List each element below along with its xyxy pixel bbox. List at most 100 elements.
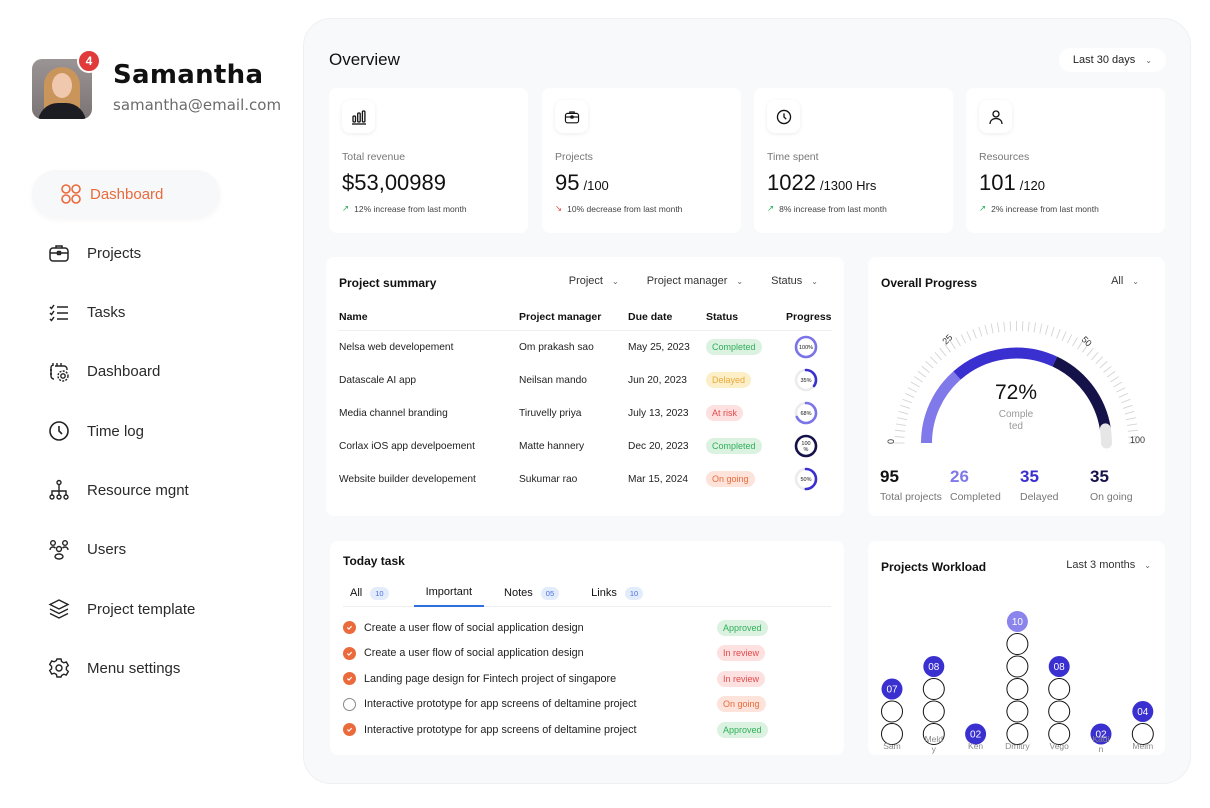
gauge-tick bbox=[1127, 423, 1138, 426]
stat-label: Time spent bbox=[767, 151, 819, 163]
tab-important[interactable]: Important bbox=[413, 579, 485, 607]
table-row[interactable]: Website builder developement Sukumar rao… bbox=[339, 463, 832, 496]
sidebar-item-tasks[interactable]: Tasks bbox=[32, 289, 282, 337]
cell-name: Datascale AI app bbox=[339, 374, 417, 386]
filter-project[interactable]: Project ⌄ bbox=[569, 275, 619, 287]
sidebar-item-dashboard-2[interactable]: Dashboard bbox=[32, 348, 282, 396]
column-header-progress[interactable]: Progress bbox=[786, 311, 832, 331]
workload-person-name: Meld bbox=[925, 734, 944, 744]
workload-person-name: Kadi bbox=[1092, 734, 1109, 744]
tab-notes[interactable]: Notes 05 bbox=[497, 579, 571, 607]
settings-icon bbox=[48, 657, 70, 679]
gauge-tick bbox=[1118, 392, 1129, 398]
workload-dot bbox=[881, 700, 903, 723]
gauge-tick bbox=[1066, 334, 1073, 344]
table-row[interactable]: Nelsa web developement Om prakash sao Ma… bbox=[339, 331, 832, 364]
trend-up-icon: ↗ bbox=[979, 203, 987, 213]
gauge-tick bbox=[966, 331, 972, 341]
gauge-tick bbox=[902, 398, 913, 404]
gauge-tick bbox=[1106, 370, 1116, 378]
workload-value-label: 07 bbox=[886, 685, 898, 696]
cell-name: Media channel branding bbox=[339, 407, 448, 419]
filter-project-manager[interactable]: Project manager ⌄ bbox=[647, 275, 743, 287]
gauge-tick bbox=[1125, 417, 1136, 421]
gauge-tick bbox=[1050, 326, 1055, 337]
table-row[interactable]: Datascale AI app Neilsan mando Jun 20, 2… bbox=[339, 364, 832, 397]
cell-progress: 50% bbox=[786, 463, 832, 496]
gauge-tick bbox=[1039, 323, 1043, 334]
sidebar-item-time-log[interactable]: Time log bbox=[32, 407, 282, 455]
gauge-label-0: 0 bbox=[886, 439, 896, 444]
progress-ring: 68% bbox=[794, 401, 818, 425]
workload-dot bbox=[1048, 678, 1071, 700]
stat-card-resources: Resources 101/120 ↗ 2% increase from last… bbox=[966, 88, 1165, 233]
table-row[interactable]: Media channel branding Tiruvelly priya J… bbox=[339, 397, 832, 430]
sidebar-item-label: Time log bbox=[87, 422, 144, 440]
gauge-tick bbox=[895, 429, 906, 432]
checked-checkbox-icon[interactable] bbox=[343, 723, 356, 737]
gauge-tick bbox=[897, 417, 908, 421]
tab-all[interactable]: All 10 bbox=[343, 579, 401, 607]
table-row[interactable]: Corlax iOS app develpoement Matte hanner… bbox=[339, 430, 832, 463]
tab-links[interactable]: Links 10 bbox=[584, 579, 655, 607]
notification-badge[interactable]: 4 bbox=[77, 49, 101, 73]
sidebar-item-label: Dashboard bbox=[87, 363, 161, 381]
cell-progress: 35% bbox=[786, 364, 832, 397]
workload-person-name: Vego bbox=[1050, 741, 1070, 751]
column-header-due-date[interactable]: Due date bbox=[628, 311, 706, 331]
date-range-dropdown[interactable]: Last 30 days ⌄ bbox=[1058, 48, 1166, 72]
column-header-name[interactable]: Name bbox=[339, 311, 519, 331]
sidebar-item-resource-mgnt[interactable]: Resource mgnt bbox=[32, 466, 282, 514]
overall-progress-title: Overall Progress bbox=[881, 276, 978, 290]
workload-chart: 07Sam08Meldy02Ken10Dmitry08Vego02Kadin04… bbox=[881, 611, 1154, 754]
stat-change: ↗ 12% increase from last month bbox=[342, 203, 467, 214]
clock-icon bbox=[48, 420, 70, 442]
sidebar-item-menu-settings[interactable]: Menu settings bbox=[32, 644, 282, 692]
cell-due-date: Jun 20, 2023 bbox=[628, 374, 687, 386]
gauge-tick bbox=[898, 410, 909, 415]
filter-all[interactable]: All ⌄ bbox=[1111, 275, 1139, 287]
gauge-tick bbox=[1072, 337, 1078, 347]
workload-column: 07 Sam bbox=[881, 678, 903, 751]
trend-down-icon: ↘ bbox=[555, 203, 563, 213]
cell-progress: 100% bbox=[786, 430, 832, 463]
gauge-tick bbox=[904, 392, 915, 398]
checked-checkbox-icon[interactable] bbox=[343, 672, 356, 686]
checked-checkbox-icon[interactable] bbox=[343, 621, 356, 635]
cell-due-date: July 13, 2023 bbox=[628, 407, 689, 419]
sidebar-item-dashboard[interactable]: Dashboard bbox=[32, 170, 220, 218]
layers-icon bbox=[48, 598, 70, 620]
workload-column: 04 Melm bbox=[1131, 701, 1154, 751]
gauge-tick bbox=[910, 381, 920, 388]
unchecked-checkbox-icon[interactable] bbox=[343, 697, 356, 711]
task-status-badge: On going bbox=[717, 696, 766, 713]
sidebar: 4 Samantha samantha@email.com Dashboard … bbox=[0, 0, 300, 808]
workload-column: 08 Vego bbox=[1048, 656, 1071, 751]
sidebar-item-project-template[interactable]: Project template bbox=[32, 585, 282, 633]
progress-filter: All ⌄ bbox=[1111, 275, 1139, 287]
progress-ring: 35% bbox=[794, 368, 818, 392]
gauge-tick bbox=[1095, 356, 1104, 365]
filter-status[interactable]: Status ⌄ bbox=[771, 275, 818, 287]
count-badge: 05 bbox=[540, 586, 560, 600]
gauge-tick bbox=[907, 387, 917, 393]
task-status-badge: Approved bbox=[717, 721, 768, 738]
cell-name: Corlax iOS app develpoement bbox=[339, 440, 475, 452]
stat-value: 95/100 bbox=[555, 170, 609, 195]
checked-checkbox-icon[interactable] bbox=[343, 646, 356, 660]
workload-dot bbox=[922, 678, 945, 700]
gauge-tick bbox=[939, 347, 947, 357]
column-header-manager[interactable]: Project manager bbox=[519, 311, 628, 331]
profile-name: Samantha bbox=[113, 60, 264, 90]
sidebar-item-projects[interactable]: Projects bbox=[32, 229, 282, 277]
workload-dot bbox=[1048, 700, 1071, 723]
cell-progress: 68% bbox=[786, 397, 832, 430]
status-badge: At risk bbox=[706, 405, 744, 421]
sidebar-item-users[interactable]: Users bbox=[32, 526, 282, 574]
progress-ring: 50% bbox=[794, 467, 818, 491]
hierarchy-icon bbox=[48, 479, 70, 501]
gauge-tick bbox=[921, 365, 930, 373]
stat-label: Total revenue bbox=[342, 151, 406, 163]
gear-document-icon bbox=[48, 361, 70, 383]
column-header-status[interactable]: Status bbox=[706, 311, 786, 331]
